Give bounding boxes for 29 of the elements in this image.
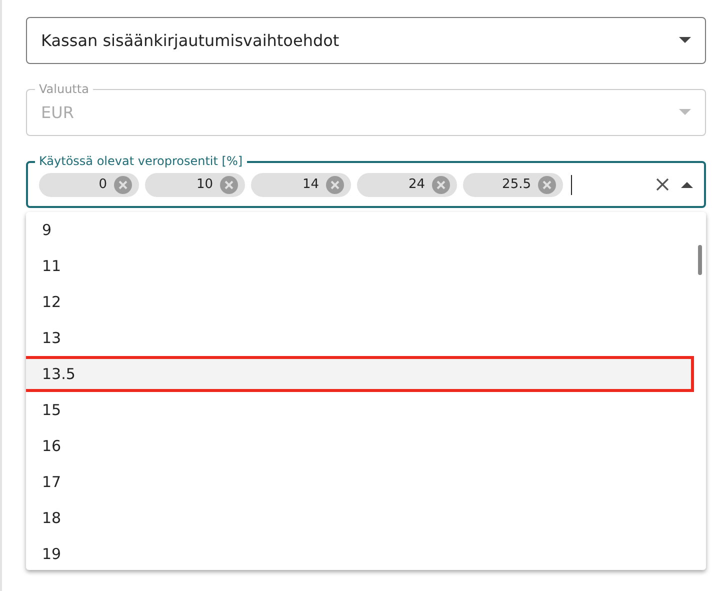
rate-chip[interactable]: 14 [251,172,351,196]
dropdown-option[interactable]: 11 [26,248,694,284]
remove-icon[interactable] [114,176,132,194]
rate-chip[interactable]: 0 [39,172,139,196]
dropdown-option[interactable]: 12 [26,284,694,320]
text-cursor [571,174,572,194]
select-field[interactable]: Kassan sisäänkirjautumisvaihtoehdot [26,17,706,64]
dropdown-option[interactable]: 9 [26,212,694,248]
remove-icon[interactable] [326,176,344,194]
select-value: EUR [41,102,75,124]
rate-chip[interactable]: 25.5 [463,172,563,196]
dropdown-option[interactable]: 13.5 [26,356,694,392]
dropdown-option[interactable]: 18 [26,500,694,536]
dropdown-option[interactable]: 19 [26,536,694,570]
dropdown-option[interactable]: 15 [26,392,694,428]
scrollbar-thumb[interactable] [698,245,702,275]
dropdown-option[interactable]: 17 [26,464,694,500]
field-label: Käytössä olevat veroprosentit [%] [35,153,247,169]
select-value: Kassan sisäänkirjautumisvaihtoehdot [41,30,340,52]
clear-icon[interactable] [656,178,669,191]
remove-icon[interactable] [538,176,556,194]
dropdown-option[interactable]: 16 [26,428,694,464]
remove-icon[interactable] [432,176,450,194]
rate-chip[interactable]: 10 [145,172,245,196]
caret-icon[interactable] [681,181,693,188]
dropdown-option[interactable]: 13 [26,320,694,356]
remove-icon[interactable] [220,176,238,194]
rate-chip[interactable]: 24 [357,172,457,196]
caret-icon[interactable] [679,37,691,44]
